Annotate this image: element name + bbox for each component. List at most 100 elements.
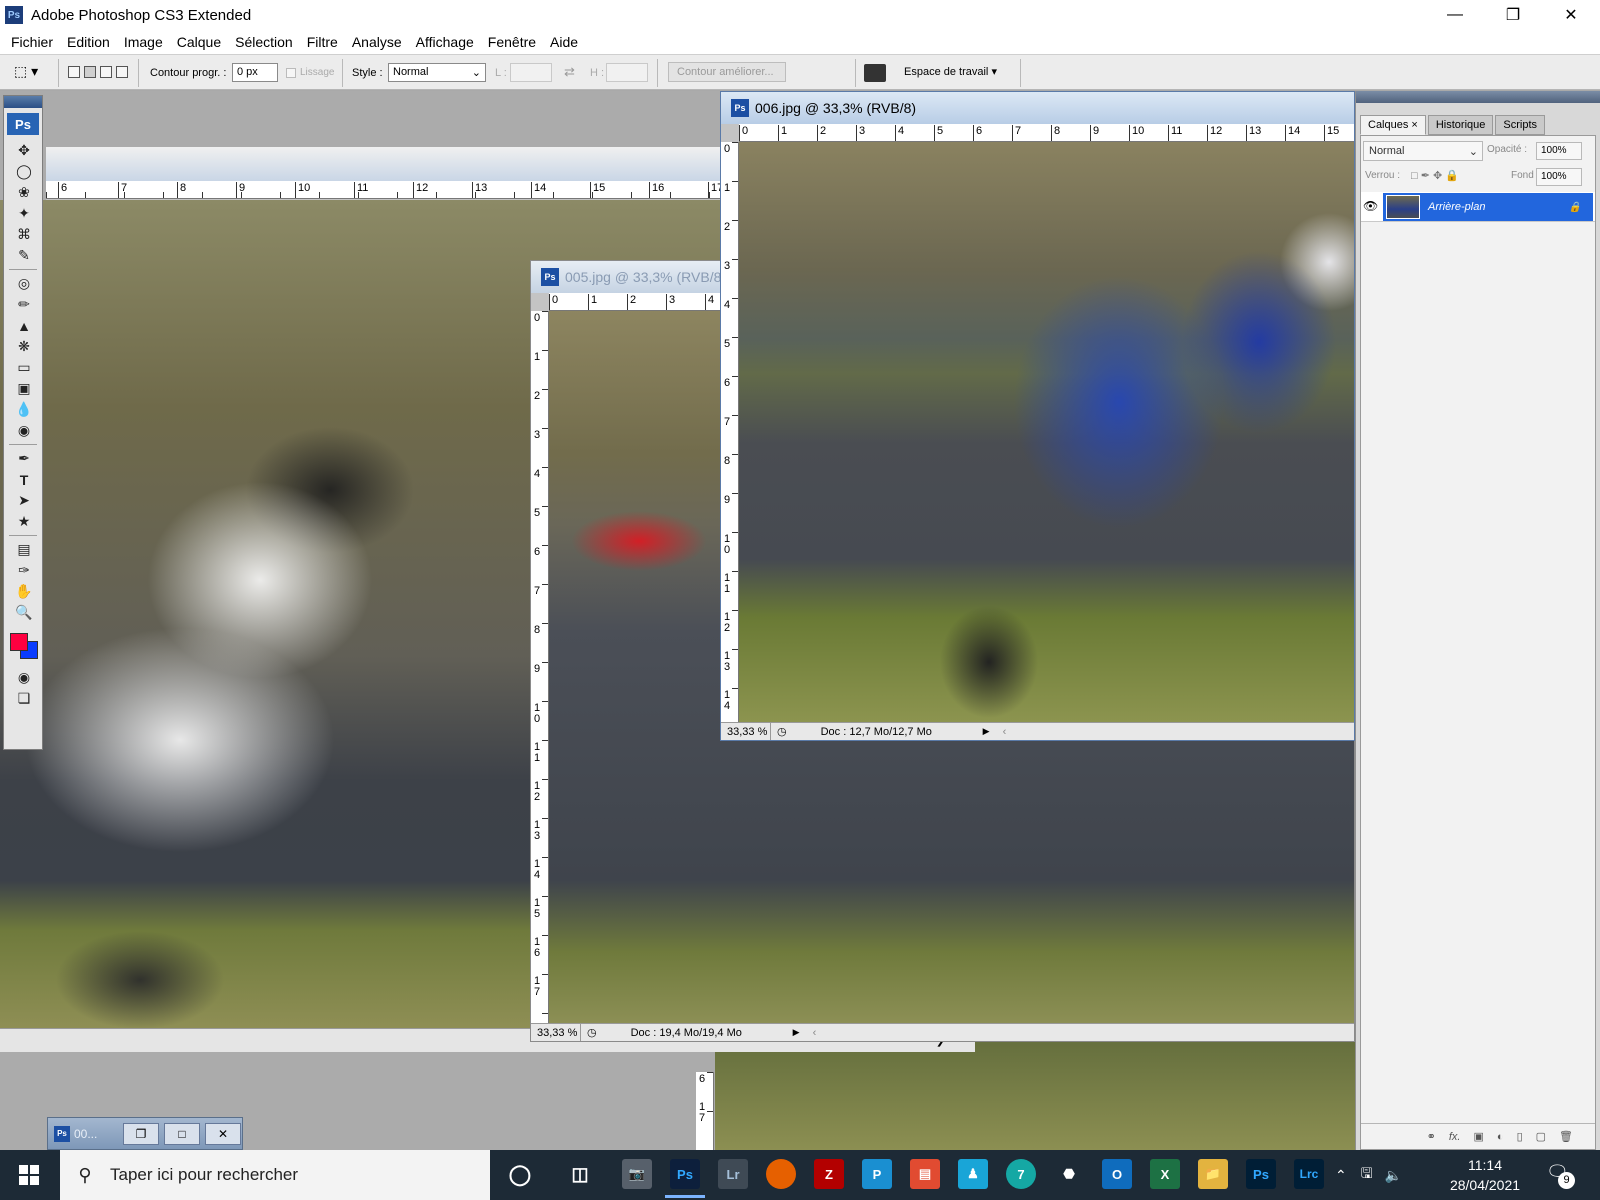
zoom-field-005[interactable]: 33,33 % [531,1024,581,1041]
file-explorer-icon[interactable]: 📁 [1198,1159,1228,1189]
photoshop-cc-taskbar-icon[interactable]: Ps [1246,1159,1276,1189]
crop-tool-icon[interactable]: ⌘ [4,224,44,245]
pen-tool-icon[interactable]: ✒ [4,448,44,469]
healing-brush-tool-icon[interactable]: ◎ [4,273,44,294]
hand-tool-icon[interactable]: ✋ [4,581,44,602]
zoom-tool-icon[interactable]: 🔍 [4,602,44,623]
menu-calque[interactable]: Calque [170,34,228,50]
menu-analyse[interactable]: Analyse [345,34,409,50]
scroll-left-icon[interactable]: ‹ [805,1027,817,1039]
magic-wand-tool-icon[interactable]: ✦ [4,203,44,224]
maximize-icon[interactable]: □ [164,1122,200,1145]
restore-icon[interactable]: ❐ [123,1122,159,1145]
workspace-menu[interactable]: Espace de travail ▾ [904,65,997,78]
excel-icon[interactable]: X [1150,1159,1180,1189]
foreground-color-swatch[interactable] [10,633,28,651]
subtract-selection-icon[interactable] [100,66,112,78]
task-view-icon[interactable]: ◫ [565,1159,595,1189]
tab-historique[interactable]: Historique [1427,115,1494,135]
zoom-field-006[interactable]: 33,33 % [721,723,771,740]
scroll-left-icon[interactable]: ‹ [995,726,1007,738]
eyedropper-tool-icon[interactable]: ✑ [4,560,44,581]
marquee-tool-icon[interactable]: ◯ [4,161,44,182]
swap-icon[interactable]: ⇄ [564,64,575,80]
layer-row[interactable]: 👁 Arrière-plan 🔒 [1361,192,1595,222]
status-menu-icon[interactable]: ◷ [771,725,793,738]
photo-canvas-006[interactable] [739,142,1354,722]
camera-app-icon[interactable]: 📷 [622,1159,652,1189]
width-input[interactable] [510,63,552,82]
history-brush-tool-icon[interactable]: ❋ [4,336,44,357]
minimized-document[interactable]: Ps 00... ❐ □ ✕ [47,1117,243,1150]
blend-mode-select[interactable]: Normal ⌄ [1363,141,1483,161]
photoshop-cs3-taskbar-icon[interactable]: Ps [665,1159,705,1198]
cortana-icon[interactable]: ◯ [505,1159,535,1189]
photo-app-icon[interactable]: P [862,1159,892,1189]
bridge-icon[interactable] [864,64,886,82]
eraser-tool-icon[interactable]: ▭ [4,357,44,378]
path-selection-tool-icon[interactable]: ➤ [4,490,44,511]
type-tool-icon[interactable]: T [4,469,44,490]
fx-icon[interactable]: fx. [1449,1131,1461,1143]
opacity-input[interactable]: 100% [1536,142,1582,160]
trash-icon[interactable]: 🗑 [1559,1130,1573,1143]
notes-tool-icon[interactable]: ▤ [4,539,44,560]
document-titlebar-006[interactable]: Ps 006.jpg @ 33,3% (RVB/8) [721,92,1354,124]
minimize-button[interactable]: — [1426,0,1484,30]
refine-edge-button[interactable]: Contour améliorer... [668,62,786,82]
feather-input[interactable]: 0 px [232,63,278,82]
lightroom-classic-taskbar-icon[interactable]: Lrc [1294,1159,1324,1189]
menu-filtre[interactable]: Filtre [300,34,345,50]
ps-logo-button[interactable]: Ps [7,113,39,135]
dodge-tool-icon[interactable]: ◉ [4,420,44,441]
intersect-selection-icon[interactable] [116,66,128,78]
palette-grip[interactable] [4,96,42,108]
lightroom-taskbar-icon[interactable]: Lr [718,1159,748,1189]
menu-edition[interactable]: Edition [60,34,117,50]
move-tool-icon[interactable]: ✥ [4,140,44,161]
quick-mask-icon[interactable]: ◉ [4,667,44,688]
new-layer-icon[interactable]: ▢ [1536,1130,1546,1143]
add-selection-icon[interactable] [84,66,96,78]
menu-fichier[interactable]: Fichier [4,34,60,50]
menu-selection[interactable]: Sélection [228,34,300,50]
clone-stamp-tool-icon[interactable]: ▲ [4,315,44,336]
notification-center-icon[interactable]: 🗨 9 [1546,1162,1575,1189]
windows-start-button[interactable] [0,1150,58,1200]
slice-tool-icon[interactable]: ✎ [4,245,44,266]
tab-calques[interactable]: Calques × [1360,115,1426,135]
height-input[interactable] [606,63,648,82]
close-icon[interactable]: ✕ [205,1122,241,1145]
people-app-icon[interactable]: ♟ [958,1159,988,1189]
panel-grip[interactable] [1356,91,1600,103]
filezilla-icon[interactable]: Z [814,1159,844,1189]
speed-app-icon[interactable]: 7 [1006,1159,1036,1189]
close-icon[interactable]: × [1411,119,1417,131]
link-layers-icon[interactable]: ⚭ [1427,1130,1436,1143]
chevron-up-icon[interactable]: ⌃ [1335,1167,1347,1184]
add-mask-icon[interactable]: ▣ [1474,1130,1484,1143]
menu-image[interactable]: Image [117,34,170,50]
maximize-button[interactable]: ❐ [1484,0,1542,30]
lasso-tool-icon[interactable]: ❀ [4,182,44,203]
screen-mode-icon[interactable]: ❏ [4,688,44,709]
eye-icon[interactable]: 👁 [1363,199,1378,213]
status-arrow-icon[interactable]: ▶ [983,726,995,737]
marquee-tool-preset-icon[interactable]: ⬚ ▾ [14,63,50,83]
new-group-icon[interactable]: ▯ [1517,1130,1523,1143]
close-button[interactable]: ✕ [1542,0,1600,30]
document-window-006[interactable]: Ps 006.jpg @ 33,3% (RVB/8) 0 1 2 3 4 5 6… [720,91,1355,741]
menu-aide[interactable]: Aide [543,34,585,50]
shape-tool-icon[interactable]: ★ [4,511,44,532]
status-menu-icon[interactable]: ◷ [581,1026,603,1039]
brush-tool-icon[interactable]: ✏ [4,294,44,315]
selected-layer[interactable]: Arrière-plan 🔒 [1383,193,1593,221]
outlook-icon[interactable]: O [1102,1159,1132,1189]
menu-fenetre[interactable]: Fenêtre [481,34,543,50]
volume-icon[interactable]: 🔈 [1385,1167,1402,1184]
status-arrow-icon[interactable]: ▶ [793,1027,805,1038]
network-icon[interactable]: 🖫 [1361,1163,1373,1187]
firefox-icon[interactable] [766,1159,796,1189]
menu-affichage[interactable]: Affichage [409,34,481,50]
adjustment-layer-icon[interactable]: ◐ [1497,1131,1504,1143]
